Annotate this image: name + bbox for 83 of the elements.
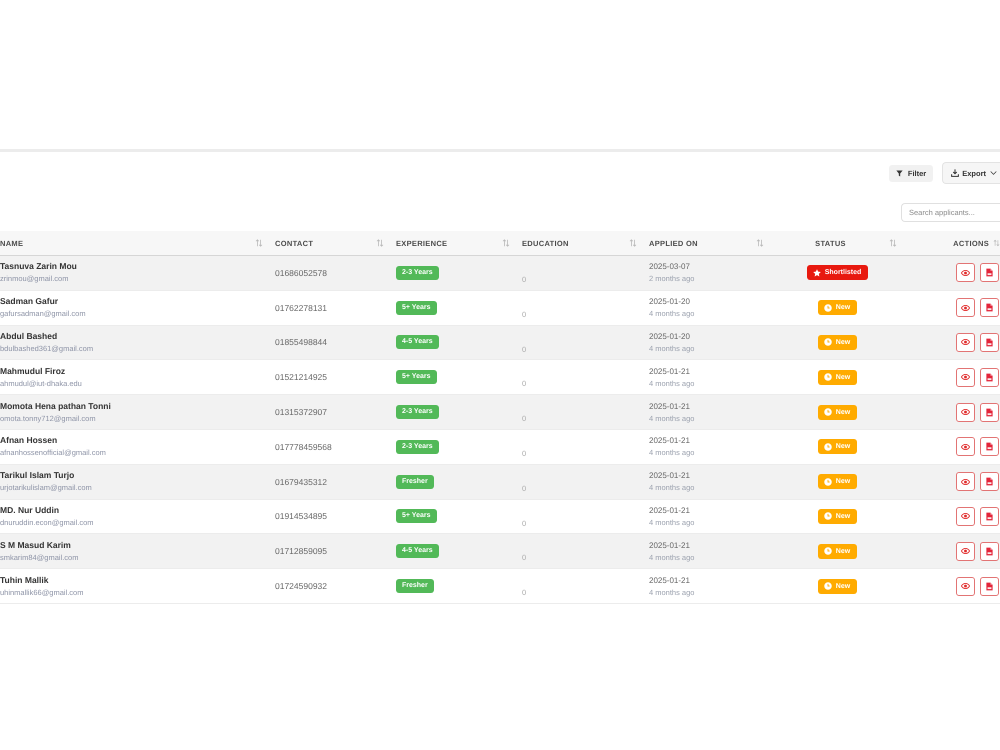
contact-number: 01762278131 — [275, 302, 328, 313]
eye-icon — [961, 304, 970, 311]
view-button[interactable] — [956, 542, 975, 561]
eye-icon — [961, 374, 970, 380]
funnel-icon — [896, 170, 903, 176]
eye-icon — [961, 409, 970, 416]
document-button[interactable] — [980, 472, 999, 492]
document-button[interactable] — [980, 576, 999, 596]
applicant-name: Tarikul Islam Turjo — [0, 470, 74, 482]
eye-icon — [961, 548, 970, 554]
eye-icon — [961, 270, 970, 276]
applicant-name: Afnan Hossen — [0, 435, 58, 446]
applied-date: 2025-01-21 — [649, 504, 690, 516]
clock-icon — [824, 373, 832, 382]
applied-date: 2025-01-21 — [649, 435, 690, 446]
applied-date: 2025-01-21 — [649, 470, 690, 482]
download-icon — [951, 169, 960, 177]
document-button[interactable] — [980, 332, 999, 352]
view-button[interactable] — [956, 437, 975, 456]
contact-number: 01315372907 — [275, 407, 328, 418]
eye-icon — [961, 583, 970, 590]
document-button[interactable] — [980, 263, 999, 282]
document-icon — [986, 582, 993, 591]
eye-icon — [961, 444, 970, 450]
clock-icon — [824, 408, 832, 416]
view-button[interactable] — [956, 368, 975, 387]
view-button[interactable] — [956, 402, 975, 422]
document-icon — [986, 268, 993, 278]
clock-icon — [824, 442, 832, 451]
document-button[interactable] — [980, 542, 999, 561]
applicant-name: S M Masud Karim — [0, 540, 71, 551]
applied-date: 2025-01-21 — [649, 540, 690, 551]
view-button[interactable] — [956, 263, 975, 282]
view-button[interactable] — [956, 472, 975, 492]
contact-number: 01724590932 — [275, 581, 328, 592]
document-button[interactable] — [980, 437, 999, 456]
clock-icon — [824, 338, 832, 346]
applied-date: 2025-03-07 — [649, 261, 690, 272]
contact-number: 017778459568 — [275, 442, 332, 452]
document-icon — [986, 546, 993, 556]
eye-icon — [961, 339, 970, 346]
document-icon — [986, 303, 993, 312]
star-icon — [812, 268, 821, 277]
view-button[interactable] — [956, 332, 975, 352]
applied-date: 2025-01-20 — [649, 296, 690, 308]
applied-date: 2025-01-21 — [649, 400, 690, 412]
document-icon — [986, 477, 993, 486]
contact-number: 01712859095 — [275, 546, 328, 556]
document-icon — [986, 442, 993, 452]
clock-icon — [824, 304, 832, 312]
clock-icon — [824, 512, 832, 520]
applied-date: 2025-01-21 — [649, 574, 690, 586]
view-button[interactable] — [956, 576, 975, 596]
contact-number: 01521214925 — [275, 372, 328, 382]
applicant-name: Tuhin Mallik — [0, 574, 48, 586]
document-icon — [986, 512, 993, 521]
document-icon — [986, 408, 993, 417]
chevron-down-icon — [990, 171, 997, 175]
applied-date: 2025-01-20 — [649, 330, 690, 342]
contact-number: 01855498844 — [275, 337, 328, 348]
applicant-name: Tasnuva Zarin Mou — [0, 261, 77, 272]
contact-number: 01914534895 — [275, 511, 328, 522]
document-button[interactable] — [980, 368, 999, 387]
applied-date: 2025-01-21 — [649, 366, 690, 377]
contact-number: 01686052578 — [275, 268, 328, 278]
eye-icon — [961, 478, 970, 485]
document-button[interactable] — [980, 506, 999, 526]
applicant-name: MD. Nur Uddin — [0, 504, 60, 516]
applicant-name: Sadman Gafur — [0, 296, 58, 308]
view-button[interactable] — [956, 506, 975, 526]
view-button[interactable] — [956, 298, 975, 318]
document-button[interactable] — [980, 298, 999, 318]
document-button[interactable] — [980, 402, 999, 422]
clock-icon — [824, 547, 832, 556]
document-icon — [986, 338, 993, 347]
eye-icon — [961, 513, 970, 520]
clock-icon — [824, 582, 832, 590]
clock-icon — [824, 478, 832, 486]
applicant-name: Momota Hena pathan Tonni — [0, 400, 111, 412]
applicant-name: Abdul Bashed — [0, 330, 58, 342]
contact-number: 01679435312 — [275, 476, 328, 487]
applicant-name: Mahmudul Firoz — [0, 366, 66, 377]
document-icon — [986, 372, 993, 382]
